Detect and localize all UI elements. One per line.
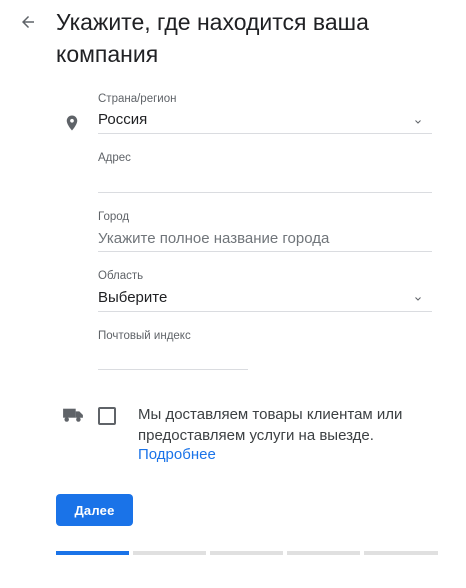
progress-step-3 xyxy=(210,551,283,555)
region-value: Выберите xyxy=(98,289,168,306)
progress-step-2 xyxy=(133,551,206,555)
next-button[interactable]: Далее xyxy=(56,494,133,526)
country-label: Страна/регион xyxy=(98,93,177,105)
learn-more-link[interactable]: Подробнее xyxy=(138,446,216,463)
country-underline xyxy=(98,133,432,134)
address-underline xyxy=(98,192,432,193)
city-label: Город xyxy=(98,211,130,223)
region-select[interactable]: Выберите xyxy=(96,285,432,311)
chevron-down-icon xyxy=(415,297,421,301)
truck-icon xyxy=(63,408,83,422)
chevron-down-icon xyxy=(415,120,421,124)
header: Укажите, где находится ваша компания xyxy=(0,0,466,80)
postal-label: Почтовый индекс xyxy=(98,330,191,342)
region-underline xyxy=(98,311,432,312)
progress-step-5 xyxy=(364,551,438,555)
country-value: Россия xyxy=(98,111,148,128)
delivery-checkbox[interactable] xyxy=(98,407,116,425)
postal-input[interactable] xyxy=(98,346,248,370)
page-title: Укажите, где находится ваша компания xyxy=(56,9,369,67)
city-input[interactable]: Укажите полное название города xyxy=(98,227,432,251)
back-button[interactable] xyxy=(14,8,42,36)
city-underline xyxy=(98,251,432,252)
progress-step-4 xyxy=(287,551,360,555)
location-pin-icon xyxy=(66,115,78,131)
region-label: Область xyxy=(98,270,144,282)
delivery-text: Мы доставляем товары клиентам или предос… xyxy=(138,406,403,444)
address-input[interactable] xyxy=(98,168,432,192)
country-select[interactable]: Россия xyxy=(96,108,432,134)
arrow-left-icon xyxy=(22,16,34,28)
postal-underline xyxy=(98,369,248,370)
city-placeholder: Укажите полное название города xyxy=(98,230,330,247)
progress-step-1 xyxy=(56,551,129,555)
address-label: Адрес xyxy=(98,152,131,164)
